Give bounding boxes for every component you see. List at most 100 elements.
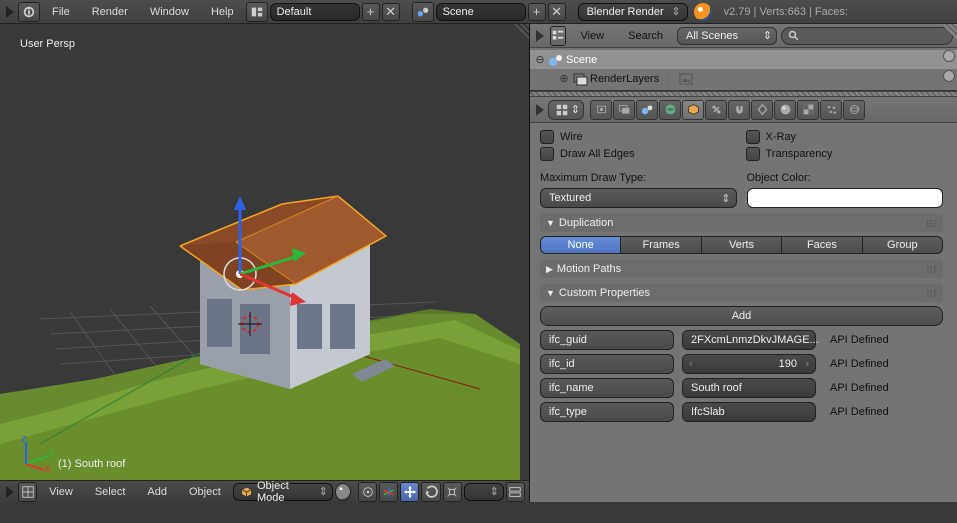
tab-scene[interactable] [636,100,658,120]
screen-delete-button[interactable]: ✕ [382,3,400,21]
mode-label: Object Mode [257,480,316,504]
outliner-tree[interactable]: ⊖ Scene ⊕ RenderLayers | [530,48,957,91]
outliner-scope-label: All Scenes [686,30,738,42]
rotate-manipulator-button[interactable] [421,482,440,502]
info-icon-button[interactable] [18,2,40,22]
scene-name-field[interactable]: Scene [436,3,526,21]
3dview-menu-object[interactable]: Object [179,480,231,504]
menu-help[interactable]: Help [201,0,244,24]
wire-checkbox[interactable] [540,130,554,144]
render-engine-value: Blender Render [587,6,664,18]
outliner-rl-label: RenderLayers [590,73,659,85]
outliner-menu-search[interactable]: Search [618,24,673,48]
display-row2: Draw All Edges Transparency [540,147,943,161]
outliner-scope-select[interactable]: All Scenes [677,27,777,45]
outliner-search-input[interactable] [781,27,953,45]
3dview-menu-add[interactable]: Add [137,480,177,504]
info-header: File Render Window Help Default + ✕ Scen… [0,0,957,24]
tree-expand-icon[interactable]: ⊖ [534,53,546,66]
properties-body[interactable]: Wire X-Ray Draw All Edges Transparency M… [530,123,957,502]
properties-context-select[interactable] [548,100,584,120]
max-draw-type-label: Maximum Draw Type: [540,172,737,184]
panel-duplication[interactable]: ▼Duplication᎒᎒᎒ [540,214,943,232]
dup-faces-button[interactable]: Faces [782,236,862,254]
max-draw-type-select[interactable]: Textured [540,188,737,208]
screen-layout-field[interactable]: Default [270,3,360,21]
shading-select[interactable] [335,483,351,501]
pivot-select[interactable] [358,482,377,502]
api-defined-label: API Defined [830,358,889,370]
tab-texture[interactable] [797,100,819,120]
custom-add-button[interactable]: Add [540,306,943,326]
tab-material[interactable] [774,100,796,120]
xray-checkbox[interactable] [746,130,760,144]
menu-window[interactable]: Window [140,0,199,24]
dup-frames-button[interactable]: Frames [621,236,701,254]
transparency-checkbox[interactable] [746,147,760,161]
mode-select[interactable]: Object Mode [233,483,333,501]
custom-prop-row: ifc_type IfcSlab API Defined [540,402,943,422]
drawedges-checkbox[interactable] [540,147,554,161]
prop-value-field[interactable]: South roof [682,378,816,398]
outliner-row-renderlayers[interactable]: ⊕ RenderLayers | [530,69,957,88]
tab-modifiers[interactable] [728,100,750,120]
orientation-select[interactable] [464,483,504,501]
outliner-menu-view[interactable]: View [570,24,614,48]
panel-custom-properties[interactable]: ▼Custom Properties᎒᎒᎒ [540,284,943,302]
mini-axes-gizmo: y x z [18,436,54,472]
dup-group-button[interactable]: Group [863,236,943,254]
dup-none-button[interactable]: None [540,236,621,254]
duplication-title: Duplication [559,217,613,229]
menu-file[interactable]: File [42,0,80,24]
object-color-field[interactable] [747,188,944,208]
tab-particles[interactable] [820,100,842,120]
3dview-editor-type-icon[interactable] [6,486,14,498]
tab-object[interactable] [682,100,704,120]
prop-name-field[interactable]: ifc_id [540,354,674,374]
svg-text:z: z [21,436,27,445]
translate-manipulator-button[interactable] [400,482,419,502]
prop-value-field[interactable]: 2FXcmLnmzDkvJMAGE... [682,330,816,350]
outliner-search-field[interactable] [804,30,946,42]
layers-button[interactable] [506,482,525,502]
tab-physics[interactable] [843,100,865,120]
restrict-toggle[interactable] [943,50,955,62]
prop-name-field[interactable]: ifc_guid [540,330,674,350]
image-icon [678,71,694,87]
tab-constraints[interactable] [705,100,727,120]
scene-browse-button[interactable] [412,2,434,22]
3dview-menu-select[interactable]: Select [85,480,136,504]
screen-add-button[interactable]: + [362,3,380,21]
restrict-toggle[interactable] [943,70,955,82]
3dview-menu-view[interactable]: View [39,480,83,504]
tab-renderlayers[interactable] [613,100,635,120]
properties-editor-type-icon[interactable] [536,104,544,116]
outliner-editor-type-icon[interactable] [536,30,544,42]
scale-manipulator-button[interactable] [443,482,462,502]
3dview-icon[interactable] [18,482,37,502]
transparency-label: Transparency [766,148,833,160]
manipulator-toggle[interactable] [379,482,398,502]
scene-add-button[interactable]: + [528,3,546,21]
prop-name-field[interactable]: ifc_type [540,402,674,422]
panel-motion-paths[interactable]: ▶Motion Paths᎒᎒᎒ [540,260,943,278]
outliner-row-scene[interactable]: ⊖ Scene [530,50,957,69]
max-draw-type-value: Textured [549,192,591,204]
prop-value-field[interactable]: IfcSlab [682,402,816,422]
info-editor-type-icon[interactable] [6,6,14,18]
dup-verts-button[interactable]: Verts [702,236,782,254]
tab-render[interactable] [590,100,612,120]
tab-world[interactable] [659,100,681,120]
drawedges-label: Draw All Edges [560,148,635,160]
properties-header [530,97,957,123]
outliner-icon[interactable] [550,26,566,46]
prop-name-field[interactable]: ifc_name [540,378,674,398]
tree-expand-icon[interactable]: ⊕ [558,72,570,85]
3d-viewport[interactable]: User Persp [0,24,530,502]
menu-render[interactable]: Render [82,0,138,24]
tab-data[interactable] [751,100,773,120]
prop-value-field[interactable]: 190 [682,354,816,374]
render-engine-select[interactable]: Blender Render [578,3,688,21]
scene-delete-button[interactable]: ✕ [548,3,566,21]
screen-browse-button[interactable] [246,2,268,22]
